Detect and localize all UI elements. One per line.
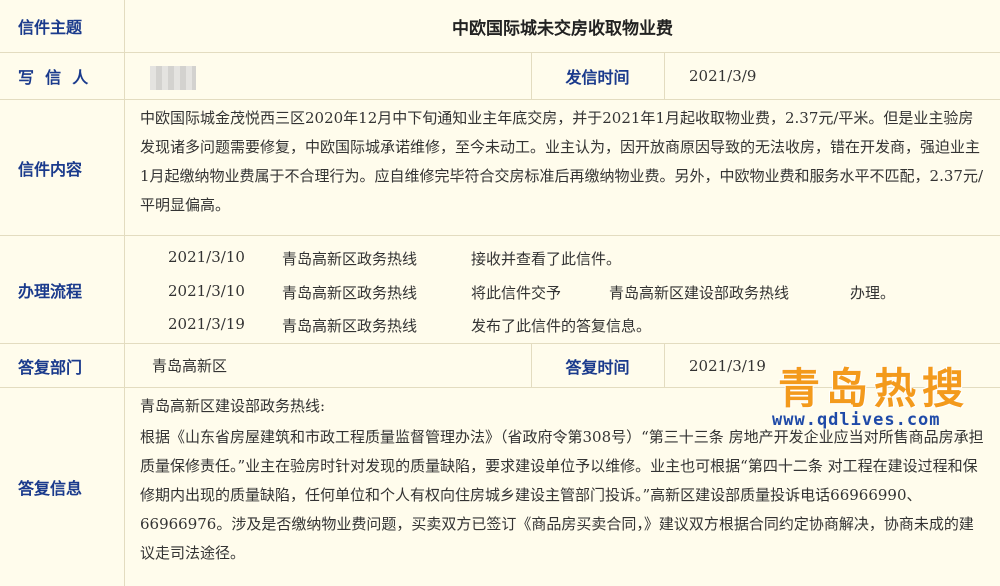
- step-date: 2021/3/19: [168, 315, 245, 333]
- watermark-logo: 青岛热搜: [778, 364, 971, 413]
- step-dept: 青岛高新区政务热线: [282, 317, 418, 335]
- send-time-value: 2021/3/9: [689, 67, 757, 85]
- step-dept: 青岛高新区政务热线: [282, 250, 418, 268]
- divider: [664, 53, 665, 99]
- watermark-url: www.qdlives.com: [772, 410, 941, 430]
- reply-time-value: 2021/3/19: [689, 356, 766, 375]
- step-action: 将此信件交予: [471, 284, 562, 302]
- reply-dept-label: 答复部门: [0, 344, 125, 387]
- subject-label: 信件主题: [0, 0, 125, 52]
- subject-row: 信件主题 中欧国际城未交房收取物业费: [0, 0, 1000, 53]
- reply-dept-value: 青岛高新区: [152, 357, 228, 375]
- content-text: 中欧国际城金茂悦西三区2020年12月中下旬通知业主年底交房，并于2021年1月…: [140, 109, 984, 214]
- reply-label: 答复信息: [0, 388, 125, 586]
- writer-label: 写 信 人: [0, 53, 125, 99]
- step-dept: 青岛高新区政务热线: [282, 284, 418, 302]
- reply-time-label: 答复时间: [565, 357, 630, 377]
- content-row: 信件内容 中欧国际城金茂悦西三区2020年12月中下旬通知业主年底交房，并于20…: [0, 100, 1000, 236]
- step-tail: 办理。: [850, 284, 896, 302]
- process-label: 办理流程: [0, 236, 125, 343]
- step-date: 2021/3/10: [168, 248, 245, 266]
- process-row: 办理流程 2021/3/10 青岛高新区政务热线 接收并查看了此信件。 2021…: [0, 236, 1000, 344]
- content-label: 信件内容: [0, 100, 125, 235]
- subject-value: 中欧国际城未交房收取物业费: [452, 18, 673, 39]
- reply-text: 根据《山东省房屋建筑和市政工程质量监督管理办法》（省政府令第308号）“第三十三…: [140, 428, 984, 562]
- divider: [664, 344, 665, 387]
- step-date: 2021/3/10: [168, 282, 245, 300]
- step-action: 接收并查看了此信件。: [471, 250, 622, 268]
- redacted-writer-name: [150, 66, 196, 90]
- send-time-label: 发信时间: [565, 68, 630, 87]
- step-action: 发布了此信件的答复信息。: [471, 317, 652, 335]
- step-target: 青岛高新区建设部政务热线: [609, 284, 790, 302]
